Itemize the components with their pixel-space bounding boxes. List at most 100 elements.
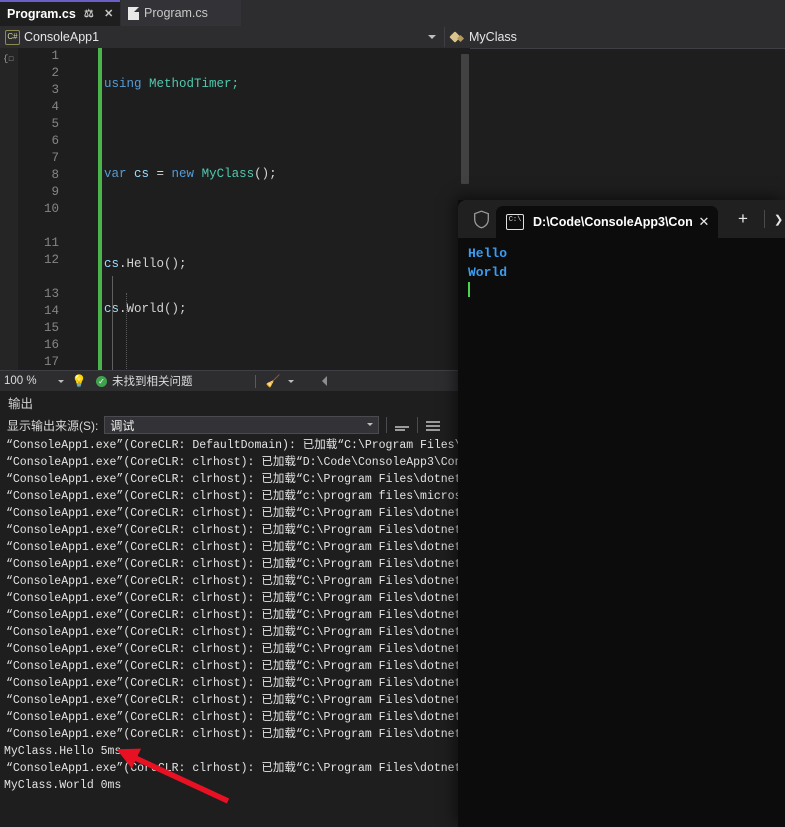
scrollbar-thumb[interactable]	[461, 54, 469, 184]
tab-label: Program.cs	[7, 7, 76, 21]
issue-status[interactable]: ✓ 未找到相关问题	[96, 373, 193, 389]
collapsed-region-icon[interactable]: {☐	[3, 53, 15, 65]
call-world: .World();	[119, 302, 187, 316]
output-log-line: “ConsoleApp1.exe”(CoreCLR: clrhost): 已加载…	[0, 726, 470, 743]
command-prompt-icon: C:\	[506, 214, 524, 230]
line-number: 8	[18, 167, 64, 184]
word-wrap-icon[interactable]	[425, 417, 441, 433]
line-number: 12	[18, 252, 64, 269]
code-line-6: cs.World();	[104, 301, 470, 318]
pin-icon[interactable]: ⚖	[82, 7, 96, 21]
output-result-line: MyClass.Hello 5ms	[0, 743, 470, 760]
close-icon[interactable]: ✕	[102, 7, 116, 21]
terminal-tab[interactable]: C:\ D:\Code\ConsoleApp3\Conso ✕	[496, 206, 718, 238]
line-number: 9	[18, 184, 64, 201]
output-log-line: “ConsoleApp1.exe”(CoreCLR: clrhost): 已加载…	[0, 675, 470, 692]
keyword-new: new	[172, 167, 195, 181]
type-myclass: MyClass	[194, 167, 254, 181]
navigation-bar: C# ConsoleApp1 MyClass	[0, 26, 785, 49]
line-number: 11	[18, 235, 64, 252]
output-pane: 输出 显示输出来源(S): 调试 “ConsoleApp1.exe”(CoreC…	[0, 391, 470, 827]
output-log-line: “ConsoleApp1.exe”(CoreCLR: clrhost): 已加载…	[0, 488, 470, 505]
toolbar-divider	[417, 417, 418, 433]
output-log-line: “ConsoleApp1.exe”(CoreCLR: clrhost): 已加载…	[0, 505, 470, 522]
line-number: 15	[18, 320, 64, 337]
line-number: 17	[18, 354, 64, 370]
output-source-dropdown[interactable]: 调试	[104, 416, 379, 434]
chevron-down-icon	[58, 380, 64, 383]
close-icon[interactable]: ✕	[696, 214, 712, 230]
editor-status-bar: 100 % 💡 ✓ 未找到相关问题 🧹	[0, 370, 470, 391]
identifier-cs: cs	[104, 257, 119, 271]
code-line-4	[104, 211, 470, 228]
navbar-project-dropdown[interactable]: C# ConsoleApp1	[0, 27, 444, 47]
output-log-line: “ConsoleApp1.exe”(CoreCLR: DefaultDomain…	[0, 437, 470, 454]
plus-icon[interactable]: +	[732, 209, 754, 229]
left-arrow-icon[interactable]	[322, 376, 327, 386]
operator-assign: =	[157, 167, 172, 181]
output-log-line: “ConsoleApp1.exe”(CoreCLR: clrhost): 已加载…	[0, 760, 470, 777]
document-icon	[128, 7, 139, 20]
output-log-line: “ConsoleApp1.exe”(CoreCLR: clrhost): 已加载…	[0, 590, 470, 607]
keyword-var: var	[104, 167, 127, 181]
line-number: 7	[18, 150, 64, 167]
namespace-methodtimer: MethodTimer;	[142, 77, 240, 91]
fold-gutter[interactable]: {☐	[0, 48, 18, 370]
clear-all-icon[interactable]	[394, 417, 410, 433]
code-punctuation: ();	[254, 167, 277, 181]
output-log-line: “ConsoleApp1.exe”(CoreCLR: clrhost): 已加载…	[0, 522, 470, 539]
line-number: 4	[18, 99, 64, 116]
tab-program-cs-preview[interactable]: Program.cs	[121, 0, 241, 26]
output-log-line: “ConsoleApp1.exe”(CoreCLR: clrhost): 已加载…	[0, 709, 470, 726]
tab-program-cs-active[interactable]: Program.cs ⚖ ✕	[0, 0, 120, 26]
code-line-7	[104, 346, 470, 363]
line-number: 13	[18, 286, 64, 303]
output-result-line: MyClass.World 0ms	[0, 777, 470, 794]
output-log-line: “ConsoleApp1.exe”(CoreCLR: clrhost): 已加载…	[0, 692, 470, 709]
identifier-cs: cs	[127, 167, 157, 181]
output-source-label: 显示输出来源(S):	[7, 417, 98, 434]
navbar-type-label: MyClass	[469, 30, 517, 44]
output-pane-title: 输出	[8, 393, 33, 412]
output-log-line: “ConsoleApp1.exe”(CoreCLR: clrhost): 已加载…	[0, 454, 470, 471]
document-tab-strip: Program.cs ⚖ ✕ Program.cs	[0, 0, 785, 26]
line-number: 6	[18, 133, 64, 150]
output-log-line: “ConsoleApp1.exe”(CoreCLR: clrhost): 已加载…	[0, 641, 470, 658]
output-log-line: “ConsoleApp1.exe”(CoreCLR: clrhost): 已加载…	[0, 658, 470, 675]
terminal-tab-title: D:\Code\ConsoleApp3\Conso	[533, 215, 692, 229]
windows-terminal-window: C:\ D:\Code\ConsoleApp3\Conso ✕ + ❯ Hell…	[458, 200, 785, 827]
check-circle-icon: ✓	[96, 376, 107, 387]
indent-guide	[126, 293, 127, 370]
output-toolbar: 显示输出来源(S): 调试	[0, 413, 470, 437]
shield-icon	[466, 210, 496, 229]
chevron-down-icon[interactable]: ❯	[774, 213, 783, 226]
class-icon	[451, 30, 465, 44]
chevron-down-icon	[367, 423, 373, 426]
chevron-down-icon[interactable]	[288, 380, 294, 383]
terminal-line: World	[458, 263, 785, 282]
output-log-line: “ConsoleApp1.exe”(CoreCLR: clrhost): 已加载…	[0, 471, 470, 488]
output-text-area[interactable]: “ConsoleApp1.exe”(CoreCLR: DefaultDomain…	[0, 437, 470, 827]
code-line-3: var cs = new MyClass();	[104, 166, 470, 183]
toolbar-divider	[386, 417, 387, 433]
keyword-using: using	[104, 77, 142, 91]
call-hello: .Hello();	[119, 257, 187, 271]
terminal-caret	[468, 282, 470, 297]
navbar-project-label: ConsoleApp1	[24, 30, 99, 44]
code-editor[interactable]: {☐ 1 2 3 4 5 6 7 8 9 10 11 12 13 14 15 1…	[0, 48, 470, 370]
code-text-area[interactable]: using MethodTimer; var cs = new MyClass(…	[104, 48, 470, 370]
code-line-1: using MethodTimer;	[104, 76, 470, 93]
lightbulb-icon[interactable]: 💡	[70, 374, 88, 388]
chevron-down-icon	[428, 35, 436, 39]
zoom-level-dropdown[interactable]: 100 %	[0, 375, 70, 387]
output-source-value: 调试	[110, 417, 134, 434]
code-cleanup-icon[interactable]: 🧹	[266, 374, 281, 388]
change-indicator-bar	[98, 48, 102, 370]
line-number: 3	[18, 82, 64, 99]
terminal-line: Hello	[458, 244, 785, 263]
line-number-gutter: 1 2 3 4 5 6 7 8 9 10 11 12 13 14 15 16 1…	[18, 48, 64, 370]
line-number: 2	[18, 65, 64, 82]
terminal-output-area[interactable]: Hello World	[458, 238, 785, 827]
terminal-title-bar: C:\ D:\Code\ConsoleApp3\Conso ✕ + ❯	[458, 200, 785, 238]
navbar-type-dropdown[interactable]: MyClass	[444, 27, 779, 47]
